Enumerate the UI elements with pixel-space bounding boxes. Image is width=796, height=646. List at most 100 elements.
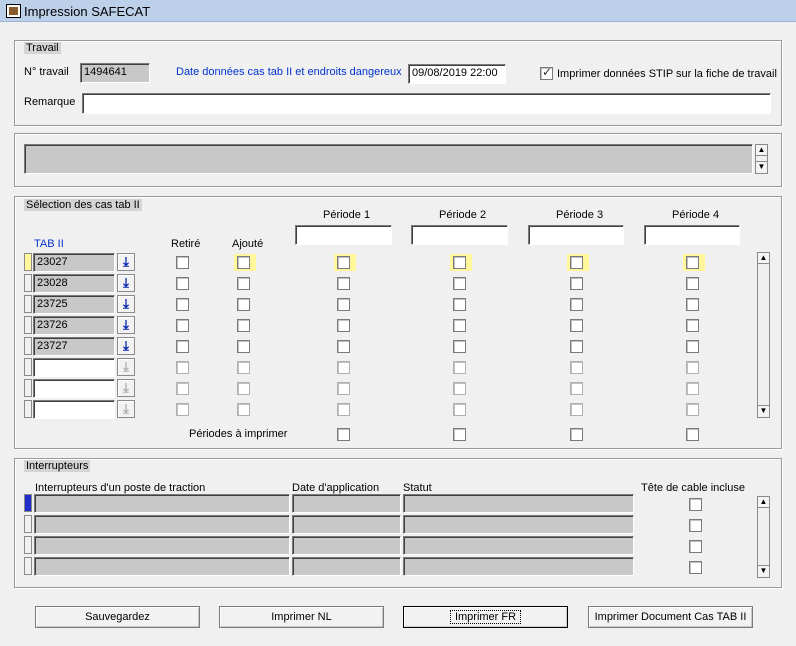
scroll-up-icon[interactable]: ▲ bbox=[756, 145, 767, 156]
period-1-checkbox[interactable] bbox=[337, 340, 350, 353]
period-2-checkbox[interactable] bbox=[453, 361, 466, 374]
row-selector[interactable] bbox=[24, 316, 32, 334]
period-4-checkbox[interactable] bbox=[686, 361, 699, 374]
ajoute-checkbox[interactable] bbox=[237, 340, 250, 353]
tab-ii-field[interactable]: 23727 bbox=[33, 337, 115, 356]
period-4-checkbox[interactable] bbox=[686, 256, 699, 269]
scroll-up-icon[interactable]: ▲ bbox=[758, 497, 769, 508]
tete-cable-checkbox[interactable] bbox=[689, 498, 702, 511]
scroll-down-icon[interactable]: ▼ bbox=[758, 565, 769, 576]
download-icon[interactable]: ⤓ bbox=[117, 316, 135, 334]
row-selector[interactable] bbox=[24, 536, 32, 554]
tab-ii-field[interactable]: 23726 bbox=[33, 316, 115, 335]
row-selector[interactable] bbox=[24, 274, 32, 292]
period-1-checkbox[interactable] bbox=[337, 361, 350, 374]
period-3-checkbox[interactable] bbox=[570, 382, 583, 395]
interrupteur-name-field[interactable] bbox=[34, 536, 290, 555]
interrupteur-name-field[interactable] bbox=[34, 557, 290, 576]
row-selector[interactable] bbox=[24, 494, 32, 512]
download-icon[interactable]: ⤓ bbox=[117, 253, 135, 271]
download-icon[interactable]: ⤓ bbox=[117, 337, 135, 355]
retire-checkbox[interactable] bbox=[176, 256, 189, 269]
tab-ii-field[interactable] bbox=[33, 379, 115, 398]
period-1-checkbox[interactable] bbox=[337, 319, 350, 332]
date-application-field[interactable] bbox=[292, 494, 401, 513]
period-3-checkbox[interactable] bbox=[570, 361, 583, 374]
ajoute-checkbox[interactable] bbox=[237, 277, 250, 290]
tab-ii-field[interactable]: 23725 bbox=[33, 295, 115, 314]
period-3-field[interactable] bbox=[528, 225, 624, 245]
retire-checkbox[interactable] bbox=[176, 277, 189, 290]
period-4-checkbox[interactable] bbox=[686, 298, 699, 311]
scroll-down-icon[interactable]: ▼ bbox=[758, 405, 769, 416]
period-1-checkbox[interactable] bbox=[337, 382, 350, 395]
tab-scrollbar[interactable]: ▲ ▼ bbox=[757, 252, 770, 418]
statut-field[interactable] bbox=[403, 494, 634, 513]
period-3-checkbox[interactable] bbox=[570, 277, 583, 290]
retire-checkbox[interactable] bbox=[176, 319, 189, 332]
row-selector[interactable] bbox=[24, 515, 32, 533]
download-icon[interactable]: ⤓ bbox=[117, 295, 135, 313]
print-period-4-checkbox[interactable] bbox=[686, 428, 699, 441]
message-scrollbar[interactable]: ▲ ▼ bbox=[755, 144, 768, 174]
ajoute-checkbox[interactable] bbox=[237, 298, 250, 311]
tete-cable-checkbox[interactable] bbox=[689, 519, 702, 532]
tete-cable-checkbox[interactable] bbox=[689, 561, 702, 574]
scroll-down-icon[interactable]: ▼ bbox=[756, 161, 767, 172]
period-3-checkbox[interactable] bbox=[570, 340, 583, 353]
stip-checkbox[interactable] bbox=[540, 65, 553, 80]
retire-checkbox[interactable] bbox=[176, 403, 189, 416]
ajoute-checkbox[interactable] bbox=[237, 403, 250, 416]
statut-field[interactable] bbox=[403, 536, 634, 555]
date-application-field[interactable] bbox=[292, 536, 401, 555]
ajoute-checkbox[interactable] bbox=[237, 256, 250, 269]
period-3-checkbox[interactable] bbox=[570, 256, 583, 269]
date-field[interactable]: 09/08/2019 22:00 bbox=[408, 64, 506, 84]
row-selector[interactable] bbox=[24, 295, 32, 313]
tab-ii-field[interactable] bbox=[33, 400, 115, 419]
row-selector[interactable] bbox=[24, 400, 32, 418]
tab-ii-field[interactable]: 23028 bbox=[33, 274, 115, 293]
num-travail-field[interactable]: 1494641 bbox=[80, 63, 150, 83]
scroll-up-icon[interactable]: ▲ bbox=[758, 253, 769, 264]
print-nl-button[interactable]: Imprimer NL bbox=[219, 606, 384, 628]
period-2-checkbox[interactable] bbox=[453, 298, 466, 311]
statut-field[interactable] bbox=[403, 557, 634, 576]
period-2-checkbox[interactable] bbox=[453, 382, 466, 395]
download-icon[interactable]: ⤓ bbox=[117, 400, 135, 418]
row-selector[interactable] bbox=[24, 337, 32, 355]
period-4-checkbox[interactable] bbox=[686, 382, 699, 395]
save-button[interactable]: Sauvegardez bbox=[35, 606, 200, 628]
print-period-1-checkbox[interactable] bbox=[337, 428, 350, 441]
period-3-checkbox[interactable] bbox=[570, 403, 583, 416]
period-2-checkbox[interactable] bbox=[453, 403, 466, 416]
date-application-field[interactable] bbox=[292, 557, 401, 576]
period-3-checkbox[interactable] bbox=[570, 319, 583, 332]
download-icon[interactable]: ⤓ bbox=[117, 379, 135, 397]
period-2-field[interactable] bbox=[411, 225, 508, 245]
period-4-checkbox[interactable] bbox=[686, 277, 699, 290]
period-1-checkbox[interactable] bbox=[337, 256, 350, 269]
download-icon[interactable]: ⤓ bbox=[117, 358, 135, 376]
ajoute-checkbox[interactable] bbox=[237, 382, 250, 395]
row-selector[interactable] bbox=[24, 379, 32, 397]
period-1-checkbox[interactable] bbox=[337, 403, 350, 416]
statut-field[interactable] bbox=[403, 515, 634, 534]
remarque-field[interactable] bbox=[82, 93, 771, 114]
period-1-field[interactable] bbox=[295, 225, 392, 245]
period-1-checkbox[interactable] bbox=[337, 277, 350, 290]
row-selector[interactable] bbox=[24, 557, 32, 575]
retire-checkbox[interactable] bbox=[176, 361, 189, 374]
period-3-checkbox[interactable] bbox=[570, 298, 583, 311]
print-period-2-checkbox[interactable] bbox=[453, 428, 466, 441]
period-2-checkbox[interactable] bbox=[453, 277, 466, 290]
period-4-field[interactable] bbox=[644, 225, 740, 245]
tab-ii-field[interactable]: 23027 bbox=[33, 253, 115, 272]
period-2-checkbox[interactable] bbox=[453, 256, 466, 269]
period-4-checkbox[interactable] bbox=[686, 403, 699, 416]
row-selector[interactable] bbox=[24, 358, 32, 376]
download-icon[interactable]: ⤓ bbox=[117, 274, 135, 292]
row-selector[interactable] bbox=[24, 253, 32, 271]
tab-ii-field[interactable] bbox=[33, 358, 115, 377]
message-area[interactable] bbox=[24, 144, 753, 174]
